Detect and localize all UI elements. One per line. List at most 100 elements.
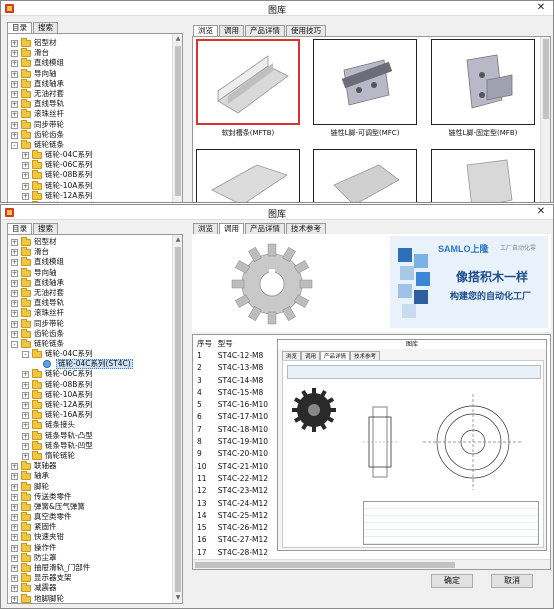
thumbnail-image-l-foot-adjustable[interactable] (313, 39, 417, 125)
category-tree[interactable]: + 铝型材 + 滑台 + 直线模组 + 导向轴 + 直线轴承 + 无油衬套 + 直线导轨 + 滚珠丝杆 + 同步带… (7, 33, 183, 202)
table-row[interactable]: 3 ST4C-14-M8 (195, 374, 275, 386)
tree-node-label[interactable]: 操作件 (34, 543, 57, 553)
tree-node-label[interactable]: 滚珠丝杆 (34, 308, 64, 318)
tree-node-label[interactable]: 真空类零件 (34, 512, 72, 522)
expand-icon[interactable]: + (22, 391, 29, 399)
expand-icon[interactable]: + (11, 330, 18, 338)
tree-node-label[interactable]: 滑台 (34, 247, 49, 257)
expand-icon[interactable]: + (11, 50, 18, 58)
expand-icon[interactable]: + (22, 192, 29, 200)
tree-node-label[interactable]: 无油衬套 (34, 89, 64, 99)
expand-icon[interactable]: + (11, 514, 18, 522)
tree-node-label[interactable]: 铝型材 (34, 38, 57, 48)
tree-node-label[interactable]: 链轮-12A系列 (45, 191, 92, 201)
thumbnail-image[interactable] (431, 149, 535, 202)
tab-catalog[interactable]: 目录 (7, 223, 32, 234)
expand-icon[interactable]: + (11, 575, 18, 583)
scroll-thumb[interactable] (543, 39, 549, 119)
expand-icon[interactable]: + (22, 402, 29, 409)
tree-node-label[interactable]: 直线导轨 (34, 99, 64, 109)
table-row[interactable]: 2 ST4C-13-M8 (195, 362, 275, 374)
expand-icon[interactable]: + (11, 90, 18, 98)
tree-node[interactable]: - 链轮链条 (10, 338, 170, 349)
table-row[interactable]: 10 ST4C-21-M10 (195, 460, 275, 472)
expand-icon[interactable]: + (22, 371, 29, 379)
tree-node[interactable]: + 快速夹钳 (10, 532, 170, 542)
tree-node-label[interactable]: 直线导轨 (34, 298, 64, 308)
tree-node-label[interactable]: 链轮-16A系列 (45, 410, 92, 420)
tree-node[interactable]: + 联轴器 (10, 461, 170, 471)
expand-icon[interactable]: + (22, 381, 29, 389)
collapse-icon[interactable]: - (22, 351, 29, 359)
tree-node[interactable]: + 直线导轨 (10, 99, 170, 109)
thumbnail-item[interactable] (431, 149, 535, 202)
tree-node-label[interactable]: 无油衬套 (34, 288, 64, 298)
tree-node[interactable]: + 滚珠丝杆 (10, 308, 170, 318)
tree-node-label[interactable]: 链轮-10A系列 (45, 181, 92, 191)
tree-node-label[interactable]: 链轮链条 (34, 339, 64, 349)
table-row[interactable]: 8 ST4C-19-M10 (195, 435, 275, 447)
tree-node[interactable]: + 紧固件 (10, 522, 170, 532)
tab-browse[interactable]: 浏览 (193, 25, 218, 36)
thumbnail-image-l-foot-fixed[interactable] (431, 39, 535, 125)
tab-call[interactable]: 调用 (219, 223, 244, 234)
tree-node[interactable]: + 脚轮 (10, 481, 170, 492)
tree-node[interactable]: + 链条导轨-凹型 (10, 440, 170, 451)
table-row[interactable]: 12 ST4C-23-M12 (195, 485, 275, 497)
tree-node[interactable]: + 轴承 (10, 471, 170, 481)
tree-node[interactable]: + 滚珠丝杆 (10, 109, 170, 119)
expand-icon[interactable]: + (11, 70, 18, 78)
tree-node[interactable]: + 操作件 (10, 542, 170, 553)
tree-node[interactable]: + 惰轮链轮 (10, 450, 170, 461)
collapse-icon[interactable]: - (11, 340, 18, 348)
tree-node[interactable]: + 防尘罩 (10, 552, 170, 563)
table-row[interactable]: 13 ST4C-24-M12 (195, 497, 275, 509)
tree-node[interactable]: + 传送类零件 (10, 491, 170, 502)
tab-product-detail[interactable]: 产品详情 (245, 223, 285, 234)
tree-node-label[interactable]: 链轮-06C系列 (45, 369, 93, 379)
tree-node-label[interactable]: 直线模组 (34, 257, 64, 267)
expand-icon[interactable]: + (11, 239, 18, 246)
tree-node-label[interactable]: 滑台 (34, 48, 49, 58)
tree-node[interactable]: + 地脚脚轮 (10, 593, 170, 603)
tree-node[interactable]: + 链轮-06C系列 (10, 369, 170, 379)
tree-node-label[interactable]: 直线轴承 (34, 79, 64, 89)
expand-icon[interactable]: + (11, 80, 18, 88)
list-hscrollbar[interactable] (193, 559, 550, 569)
expand-icon[interactable]: + (22, 432, 29, 440)
tree-node[interactable]: + 滑台 (10, 48, 170, 58)
tree-node-label[interactable]: 齿轮齿条 (34, 130, 64, 140)
expand-icon[interactable]: + (11, 544, 18, 552)
tree-node-label[interactable]: 直线模组 (34, 58, 64, 68)
tree-node-label[interactable]: 链条导轨-凹型 (45, 441, 93, 451)
expand-icon[interactable]: + (11, 131, 18, 139)
expand-icon[interactable]: + (11, 320, 18, 328)
tree-node-label[interactable]: 惰轮链轮 (45, 451, 75, 461)
tree-node[interactable]: + 同步带轮 (10, 318, 170, 329)
tree-node[interactable]: + 链轮-04C系列 (10, 150, 170, 160)
scroll-thumb[interactable] (195, 562, 455, 568)
expand-icon[interactable]: + (11, 249, 18, 257)
tree-scrollbar[interactable]: ▲ ▼ (172, 235, 182, 603)
tree-node-label[interactable]: 紧固件 (34, 522, 57, 532)
expand-icon[interactable]: + (22, 442, 29, 450)
tree-node-label[interactable]: 链轮-04C系列 (45, 349, 93, 359)
table-row[interactable]: 1 ST4C-12-M8 (195, 349, 275, 361)
tree-node-label[interactable]: 滚珠丝杆 (34, 109, 64, 119)
tree-node[interactable]: + 真空类零件 (10, 512, 170, 522)
tree-node-label[interactable]: 链轮-16A系列 (45, 201, 92, 202)
tree-node[interactable]: + 链轮-06C系列 (10, 160, 170, 170)
table-row[interactable]: 4 ST4C-15-M8 (195, 386, 275, 398)
expand-icon[interactable]: + (11, 300, 18, 308)
thumbnail-item[interactable]: 软封槽条(MFTB) (196, 39, 300, 139)
tree-node-label[interactable]: 弹簧&压气弹簧 (34, 502, 85, 512)
tree-node[interactable]: + 抽屉滑轨_门部件 (10, 563, 170, 573)
tree-node-label[interactable]: 同步带轮 (34, 120, 64, 130)
tree-node-label[interactable]: 防尘罩 (34, 553, 57, 563)
tree-node[interactable]: + 链轮-16A系列 (10, 410, 170, 420)
tree-node[interactable]: 链轮-04C系列(ST4C) (10, 359, 170, 370)
table-row[interactable]: 14 ST4C-25-M12 (195, 509, 275, 521)
tree-node-label[interactable]: 链条接头 (45, 420, 75, 430)
tree-node[interactable]: + 链轮-10A系列 (10, 389, 170, 400)
expand-icon[interactable]: + (11, 493, 18, 501)
